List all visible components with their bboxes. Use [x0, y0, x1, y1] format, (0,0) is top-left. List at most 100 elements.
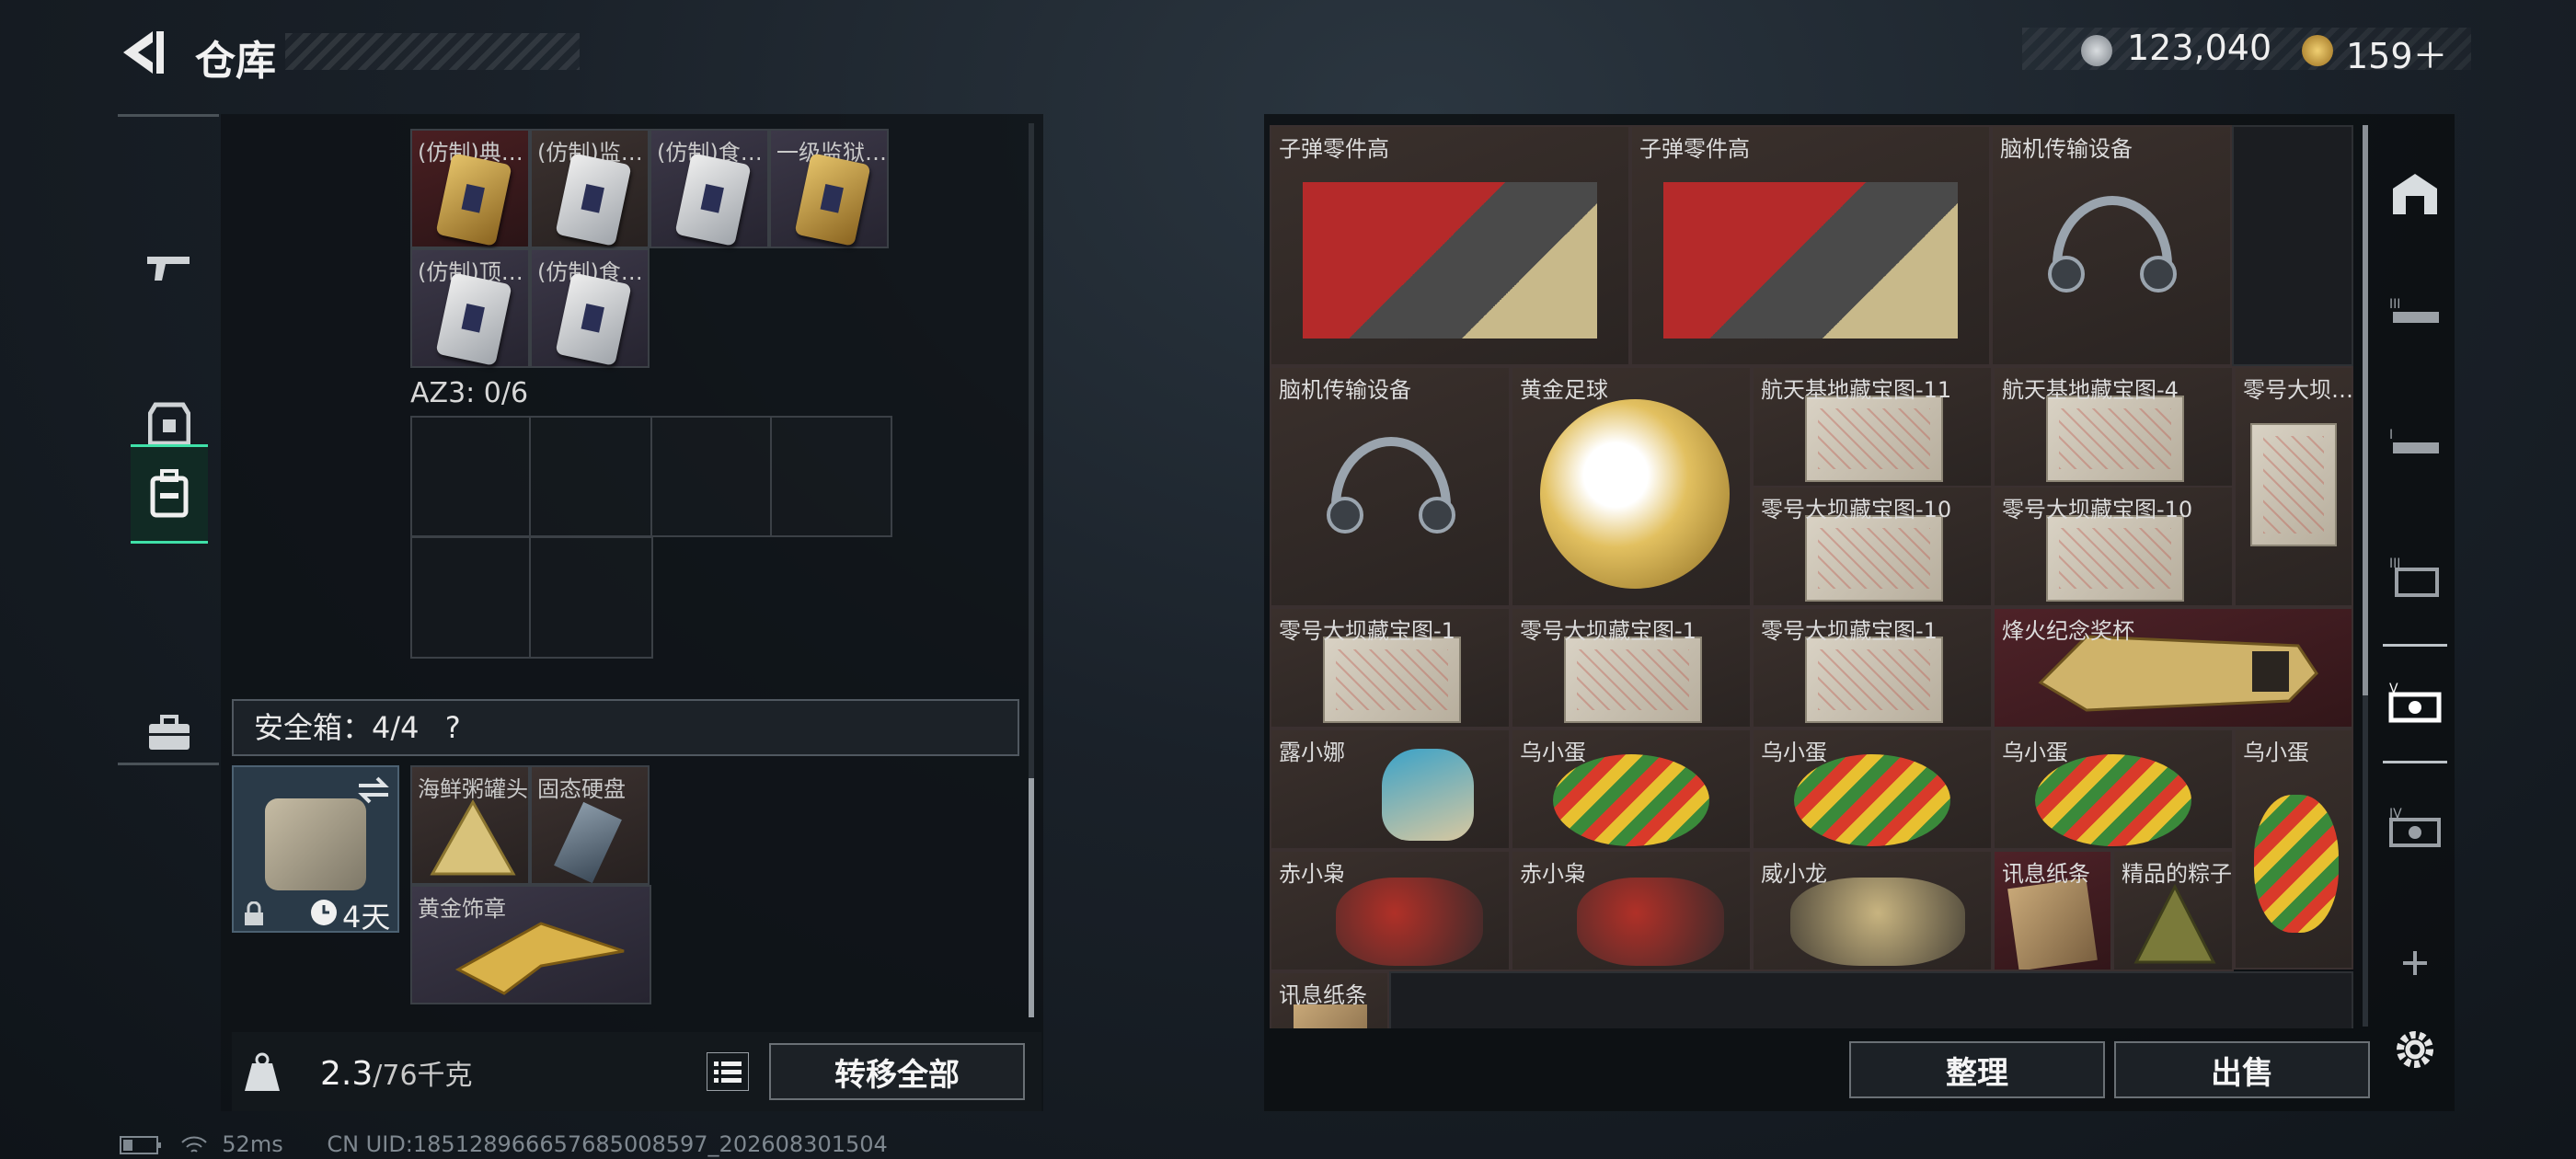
back-arrow-icon	[123, 31, 164, 74]
warehouse-tab-collectibles[interactable]: V	[2383, 644, 2447, 763]
message-note-icon	[2007, 878, 2098, 970]
grid-item[interactable]: 乌小蛋	[2234, 729, 2353, 970]
grid-empty-slot[interactable]	[2232, 125, 2353, 366]
grid-item[interactable]: 讯息纸条	[1270, 971, 1389, 1028]
sell-button[interactable]: 出售	[2114, 1041, 2370, 1098]
treasure-map-icon	[2046, 396, 2184, 482]
safebox-timer: 4天	[342, 900, 391, 935]
backpack-item[interactable]: (仿制)食…	[530, 248, 650, 368]
grid-item[interactable]: 零号大坝藏宝图-10	[1752, 486, 1993, 607]
warehouse-tab-home[interactable]	[2383, 162, 2447, 226]
grid-item[interactable]: 零号大坝藏宝图-1	[1752, 607, 1993, 729]
ping-value: 52ms	[222, 1131, 283, 1157]
grid-item[interactable]: 黄金足球	[1511, 366, 1752, 607]
svg-text:V: V	[2389, 682, 2398, 696]
grid-item[interactable]: 零号大坝…	[2234, 366, 2353, 607]
left-category-nav	[118, 114, 219, 765]
keycard-icon	[555, 272, 632, 366]
nav-backpack[interactable]	[131, 444, 208, 544]
gold-badge-icon	[454, 922, 625, 995]
armor-icon	[148, 402, 190, 446]
sort-button[interactable]: 整理	[1849, 1041, 2105, 1098]
gold-coin-icon	[2302, 35, 2333, 66]
settings-button[interactable]	[2383, 1017, 2447, 1082]
warehouse-tab-3b[interactable]: III	[2383, 545, 2447, 609]
svg-text:IV: IV	[2389, 807, 2402, 821]
grid-item[interactable]: 精品的粽子	[2112, 850, 2234, 971]
safebox-item[interactable]: 黄金饰章	[410, 885, 651, 1004]
treasure-map-icon	[1564, 637, 1702, 723]
ammo-parts-icon	[1663, 182, 1958, 339]
add-warehouse-button[interactable]	[2383, 931, 2447, 995]
transfer-all-button[interactable]: 转移全部	[769, 1043, 1025, 1100]
clock-icon	[311, 900, 337, 925]
keycard-icon	[794, 153, 871, 247]
grid-item[interactable]: 威小龙	[1752, 850, 1993, 971]
grid-item[interactable]: 航天基地藏宝图-4	[1993, 366, 2234, 488]
backpack-item[interactable]: (仿制)食…	[650, 129, 769, 248]
grid-item[interactable]: 脑机传输设备	[1270, 366, 1511, 607]
easter-egg-doll-icon	[2254, 795, 2339, 933]
grid-item[interactable]: 子弹零件高	[1630, 125, 1991, 366]
swap-icon[interactable]	[355, 776, 392, 804]
title-decoration	[285, 33, 580, 70]
backpack-item[interactable]: (仿制)典…	[410, 129, 530, 248]
safebox-item[interactable]: 海鲜粥罐头	[410, 765, 530, 885]
warehouse-tab-4[interactable]: IV	[2383, 797, 2447, 861]
safebox-container[interactable]: 4天	[232, 765, 399, 935]
right-scroll-thumb[interactable]	[2363, 125, 2368, 695]
grid-item[interactable]: 烽火纪念奖杯	[1993, 607, 2353, 729]
safebox-label: 安全箱：4/4	[254, 710, 420, 745]
backpack-item[interactable]: (仿制)监…	[530, 129, 650, 248]
warehouse-tab-1[interactable]: I	[2383, 414, 2447, 478]
silver-currency-value: 123,040	[2127, 28, 2272, 68]
grid-item[interactable]: 脑机传输设备	[1991, 125, 2232, 366]
keycard-icon	[674, 153, 752, 247]
back-button[interactable]	[118, 26, 167, 79]
help-icon[interactable]: ?	[445, 710, 461, 745]
warehouse-tab-3[interactable]: III	[2383, 283, 2447, 348]
treasure-map-icon	[1323, 637, 1461, 723]
ssd-icon	[554, 801, 622, 884]
treasure-map-icon	[2250, 423, 2337, 546]
warehouse-grid: 子弹零件高 子弹零件高 脑机传输设备 脑机传输设备 黄金足球 航天基地藏宝图-1…	[1270, 125, 2353, 1028]
armor-rack-icon: III	[2389, 557, 2439, 597]
doll-icon	[1382, 749, 1474, 841]
keycard-icon	[435, 272, 512, 366]
gear-icon	[2397, 1031, 2433, 1068]
grid-item[interactable]: 乌小蛋	[1752, 729, 1993, 850]
backpack-item[interactable]: 一级监狱…	[769, 129, 889, 248]
grid-item[interactable]: 赤小枭	[1270, 850, 1511, 971]
gun-icon	[147, 257, 190, 281]
nav-weapons[interactable]	[131, 218, 208, 317]
left-scroll-thumb[interactable]	[1029, 778, 1034, 1017]
silver-coin-icon	[2081, 35, 2112, 66]
battery-icon	[120, 1136, 161, 1154]
dragon-doll-icon	[1790, 878, 1965, 966]
plus-icon	[2403, 951, 2427, 975]
grid-empty-slot[interactable]	[1389, 971, 2353, 1028]
backpack-icon	[150, 469, 189, 518]
grid-item[interactable]: 乌小蛋	[1993, 729, 2234, 850]
nav-case[interactable]	[131, 683, 208, 783]
backpack-item[interactable]: (仿制)顶…	[410, 248, 530, 368]
grid-item[interactable]: 子弹零件高	[1270, 125, 1630, 366]
grid-item[interactable]: 零号大坝藏宝图-10	[1993, 486, 2234, 607]
list-icon[interactable]	[707, 1052, 749, 1091]
grid-item[interactable]: 露小娜	[1270, 729, 1511, 850]
safebox-item[interactable]: 固态硬盘	[530, 765, 650, 885]
grid-item[interactable]: 零号大坝藏宝图-1	[1270, 607, 1511, 729]
svg-text:III: III	[2389, 297, 2400, 312]
keycard-icon	[435, 153, 512, 247]
grid-item[interactable]: 赤小枭	[1511, 850, 1752, 971]
treasure-map-icon	[1805, 637, 1943, 723]
easter-egg-doll-icon	[2035, 754, 2191, 846]
grid-item[interactable]: 乌小蛋	[1511, 729, 1752, 850]
grid-item[interactable]: 航天基地藏宝图-11	[1752, 366, 1993, 488]
safebox-icon	[265, 798, 366, 890]
treasure-map-icon	[1805, 396, 1943, 482]
canned-food-icon	[430, 798, 516, 876]
grid-item[interactable]: 零号大坝藏宝图-1	[1511, 607, 1752, 729]
grid-item[interactable]: 讯息纸条	[1993, 850, 2112, 971]
safebox-header: 安全箱：4/4 ?	[232, 699, 1019, 756]
